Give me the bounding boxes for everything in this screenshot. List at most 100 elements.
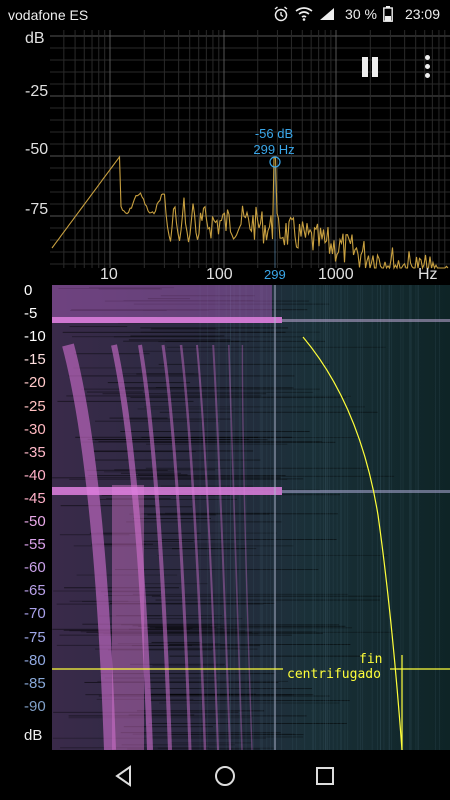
time-tick-label: -55 xyxy=(24,536,46,554)
noise-streak xyxy=(151,641,202,643)
time-tick-label: -20 xyxy=(24,374,46,392)
horizontal-band xyxy=(52,487,282,495)
noise-streak xyxy=(144,406,366,408)
noise-streak xyxy=(114,569,319,571)
status-icons: 30 % 23:09 xyxy=(273,6,440,22)
spectrum-y-tick: -25 xyxy=(25,83,49,100)
noise-streak xyxy=(159,702,340,704)
time-tick-label: -90 xyxy=(24,697,46,715)
spectrum-x-unit: Hz xyxy=(418,266,438,283)
peak-x-label: 299 xyxy=(264,267,286,282)
spectrum-x-tick: 10 xyxy=(100,266,118,283)
time-tick-label: -80 xyxy=(24,651,46,669)
noise-streak xyxy=(131,645,261,647)
time-tick-label: -60 xyxy=(24,559,46,577)
noise-streak xyxy=(157,554,388,556)
noise-streak xyxy=(152,665,225,667)
spectrogram-bottom-unit: dB xyxy=(24,727,43,744)
noise-streak xyxy=(120,431,310,433)
noise-streak xyxy=(126,418,232,420)
time-tick-label: -65 xyxy=(24,582,46,600)
more-vert-icon xyxy=(425,64,430,69)
top-band xyxy=(52,285,272,317)
home-icon[interactable] xyxy=(213,764,237,788)
carrier-name: vodafone ES xyxy=(8,7,89,23)
battery-icon xyxy=(383,6,393,22)
back-icon[interactable] xyxy=(112,764,136,788)
wifi-icon xyxy=(295,7,313,21)
noise-streak xyxy=(69,630,246,632)
navigation-bar xyxy=(0,750,450,800)
more-vert-icon xyxy=(425,73,430,78)
noise-streak xyxy=(144,618,243,620)
noise-streak xyxy=(75,436,293,438)
noise-streak xyxy=(147,688,312,690)
noise-streak xyxy=(62,331,286,333)
noise-streak xyxy=(69,478,288,480)
spectrum-y-tick: -75 xyxy=(25,201,49,218)
low-freq-band xyxy=(112,485,144,750)
noise-streak xyxy=(94,439,268,441)
more-vert-button[interactable] xyxy=(420,55,434,81)
noise-streak xyxy=(165,340,326,342)
clock: 23:09 xyxy=(404,6,440,22)
noise-streak xyxy=(161,539,337,541)
spectrum-y-tick: -50 xyxy=(25,141,49,158)
status-bar: vodafone ES 30 % 23:09 xyxy=(0,0,450,30)
recents-icon[interactable] xyxy=(313,764,337,788)
noise-streak xyxy=(103,471,175,473)
pause-button[interactable] xyxy=(360,57,384,79)
noise-streak xyxy=(59,634,292,636)
noise-streak xyxy=(126,521,282,523)
battery-percent: 30 % xyxy=(345,6,377,22)
noise-streak xyxy=(68,717,252,719)
spectrum-trace xyxy=(51,155,449,270)
more-vert-icon xyxy=(425,55,430,60)
noise-streak xyxy=(87,391,143,393)
horizontal-band xyxy=(282,319,450,322)
noise-streak xyxy=(128,339,231,341)
spectrum-y-unit: dB xyxy=(25,30,45,47)
horizontal-band xyxy=(282,490,450,493)
time-tick-label: -30 xyxy=(24,420,46,438)
noise-streak xyxy=(133,517,211,519)
noise-streak xyxy=(89,532,201,534)
alarm-icon xyxy=(274,6,288,22)
noise-streak xyxy=(142,540,194,542)
noise-streak xyxy=(73,353,150,355)
noise-streak xyxy=(95,420,220,422)
time-tick-label: -5 xyxy=(24,305,38,323)
noise-streak xyxy=(146,443,288,445)
noise-streak xyxy=(151,595,381,597)
noise-streak xyxy=(125,395,351,397)
noise-streak xyxy=(150,329,219,331)
peak-db: -56 dB xyxy=(254,126,294,141)
noise-streak xyxy=(113,336,306,338)
spectrum-x-tick: 1000 xyxy=(318,266,354,283)
noise-streak xyxy=(148,722,347,724)
annotation-label: fin centrifugado xyxy=(283,652,393,682)
noise-streak xyxy=(138,474,188,476)
noise-streak xyxy=(120,732,281,734)
annotation-line-1: fin xyxy=(359,652,383,667)
annotation-line-2: centrifugado xyxy=(287,667,381,682)
noise-streak xyxy=(169,647,241,649)
noise-streak xyxy=(68,375,295,377)
noise-streak xyxy=(168,631,397,633)
time-tick-label: -85 xyxy=(24,674,46,692)
time-tick-label: -25 xyxy=(24,397,46,415)
peak-freq: 299 Hz xyxy=(253,142,295,157)
spectrum-x-tick: 100 xyxy=(206,266,233,283)
pause-icon xyxy=(362,57,368,77)
noise-streak xyxy=(155,599,380,601)
noise-streak xyxy=(145,467,370,469)
time-tick-label: -10 xyxy=(24,328,46,346)
noise-streak xyxy=(94,459,261,461)
noise-streak xyxy=(138,625,346,627)
time-tick-label: 0 xyxy=(24,285,33,299)
noise-streak xyxy=(138,506,193,508)
time-tick-label: -70 xyxy=(24,605,46,623)
noise-streak xyxy=(109,417,168,419)
time-tick-label: -40 xyxy=(24,466,46,484)
noise-streak xyxy=(69,326,128,328)
